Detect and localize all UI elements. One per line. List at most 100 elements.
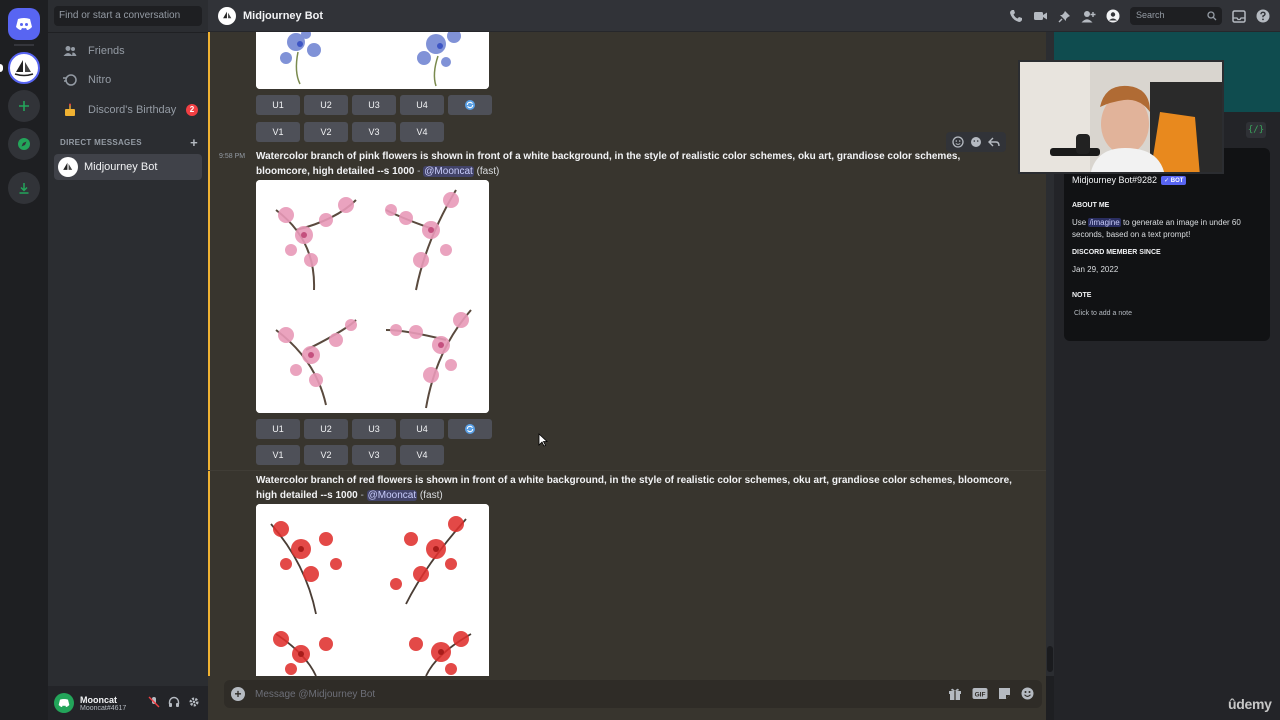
speed-mode: (fast) (419, 490, 443, 501)
upscale-3-button[interactable]: U3 (352, 95, 396, 115)
sidebar-item-friends[interactable]: Friends (54, 38, 202, 64)
message-list[interactable]: U1 U2 U3 U4 V1 V2 V3 V4 9:58 PM Watercol… (208, 32, 1046, 676)
variation-1-button[interactable]: V1 (256, 122, 300, 142)
add-friends-to-dm-icon[interactable] (1081, 10, 1096, 23)
search-placeholder: Search (1136, 10, 1165, 20)
sticker-icon[interactable] (998, 687, 1011, 700)
message-timestamp: 9:58 PM (219, 153, 246, 160)
image-grid-pink-flowers[interactable] (256, 180, 489, 413)
home-button[interactable] (8, 8, 40, 40)
upscale-3-button[interactable]: U3 (352, 419, 396, 439)
add-reaction-icon[interactable] (952, 136, 964, 148)
member-since-date: Jan 29, 2022 (1072, 265, 1119, 274)
image-grid-blue-flowers[interactable] (256, 32, 489, 89)
variation-2-button[interactable]: V2 (304, 122, 348, 142)
selected-server-indicator (0, 64, 3, 72)
prompt-text: Watercolor branch of pink flowers is sho… (256, 151, 961, 177)
message-content: Watercolor branch of pink flowers is sho… (256, 149, 1016, 179)
headphones-icon[interactable] (168, 696, 180, 708)
user-mention[interactable]: @Mooncat (423, 166, 474, 177)
variation-button-row: V1 V2 V3 V4 (256, 445, 444, 465)
mute-microphone-icon[interactable] (148, 696, 160, 708)
note-title: NOTE (1072, 292, 1092, 299)
upscale-button-row: U1 U2 U3 U4 (256, 419, 492, 439)
reroll-button[interactable] (448, 419, 492, 439)
about-text-start: Use (1072, 218, 1087, 227)
page-title: Midjourney Bot (243, 9, 324, 22)
pinned-messages-icon[interactable] (1058, 10, 1071, 23)
sidebar-item-nitro[interactable]: Nitro (54, 67, 202, 93)
imagine-command[interactable]: /imagine (1088, 218, 1121, 227)
about-me-text: Use /imagine to generate an image in und… (1072, 217, 1264, 241)
download-icon (19, 183, 29, 194)
dm-header-label: DIRECT MESSAGES (60, 138, 142, 147)
add-server-button[interactable] (8, 90, 40, 122)
birthday-cake-icon (62, 102, 78, 118)
avatar (58, 157, 78, 177)
voice-call-icon[interactable] (1009, 9, 1023, 23)
variation-3-button[interactable]: V3 (352, 445, 396, 465)
reply-icon[interactable] (988, 136, 1000, 148)
server-midjourney[interactable] (8, 52, 40, 84)
search-input[interactable]: Search (1130, 7, 1222, 25)
attach-plus-button[interactable]: + (231, 687, 245, 701)
rail-separator (14, 44, 34, 46)
variation-1-button[interactable]: V1 (256, 445, 300, 465)
variation-4-button[interactable]: V4 (400, 122, 444, 142)
scrollbar-thumb[interactable] (1047, 646, 1053, 672)
composer-actions: GIF (948, 687, 1034, 700)
gif-icon[interactable]: GIF (972, 687, 988, 700)
midjourney-sail-icon (14, 60, 34, 77)
user-mention[interactable]: @Mooncat (366, 490, 418, 501)
username: Mooncat (80, 694, 117, 705)
dm-item-midjourney-bot[interactable]: Midjourney Bot (54, 154, 202, 180)
member-since-title: DISCORD MEMBER SINCE (1072, 249, 1161, 256)
sidebar-divider (48, 32, 208, 33)
message-content: Watercolor branch of red flowers is show… (256, 473, 1016, 503)
emoji-icon[interactable] (1021, 687, 1034, 700)
upscale-1-button[interactable]: U1 (256, 95, 300, 115)
about-me-title: ABOUT ME (1072, 202, 1110, 209)
avatar (218, 6, 236, 25)
upscale-1-button[interactable]: U1 (256, 419, 300, 439)
note-input[interactable]: Click to add a note (1074, 308, 1266, 320)
variation-2-button[interactable]: V2 (304, 445, 348, 465)
user-avatar[interactable] (54, 693, 74, 713)
variation-3-button[interactable]: V3 (352, 122, 396, 142)
video-call-icon[interactable] (1033, 10, 1048, 22)
direct-messages-header: DIRECT MESSAGES + (60, 135, 198, 150)
upscale-2-button[interactable]: U2 (304, 419, 348, 439)
message-input-placeholder: Message @Midjourney Bot (255, 688, 376, 700)
reroll-button[interactable] (448, 95, 492, 115)
message-divider (208, 470, 1046, 471)
explore-servers-button[interactable] (8, 128, 40, 160)
udemy-watermark-logo: ûdemy (1228, 696, 1272, 712)
variation-4-button[interactable]: V4 (400, 445, 444, 465)
upscale-button-row: U1 U2 U3 U4 (256, 95, 492, 115)
help-icon[interactable] (1256, 9, 1270, 23)
sidebar-item-label: Discord's Birthday (88, 104, 177, 116)
download-apps-button[interactable] (8, 172, 40, 204)
settings-gear-icon[interactable] (188, 696, 200, 708)
message-input[interactable]: + Message @Midjourney Bot GIF (224, 680, 1042, 708)
upscale-4-button[interactable]: U4 (400, 419, 444, 439)
dm-item-label: Midjourney Bot (84, 161, 158, 173)
pink-flowers-image (256, 180, 489, 413)
sidebar-item-discord-birthday[interactable]: Discord's Birthday 2 (54, 97, 202, 123)
mouse-cursor-icon (538, 433, 548, 447)
add-emoji-icon[interactable] (970, 136, 982, 148)
notification-badge: 2 (186, 104, 198, 116)
user-profile-icon[interactable] (1106, 9, 1120, 23)
separator: - (417, 166, 421, 177)
create-dm-button[interactable]: + (190, 135, 198, 150)
gift-icon[interactable] (948, 687, 962, 700)
inbox-icon[interactable] (1232, 9, 1246, 23)
active-developer-badge-icon: {/} (1246, 122, 1266, 138)
upscale-4-button[interactable]: U4 (400, 95, 444, 115)
svg-text:GIF: GIF (975, 692, 986, 699)
upscale-2-button[interactable]: U2 (304, 95, 348, 115)
image-grid-red-flowers[interactable] (256, 504, 489, 676)
user-controls (148, 696, 200, 708)
search-icon (1207, 11, 1217, 21)
find-conversation-search[interactable]: Find or start a conversation (54, 6, 202, 26)
